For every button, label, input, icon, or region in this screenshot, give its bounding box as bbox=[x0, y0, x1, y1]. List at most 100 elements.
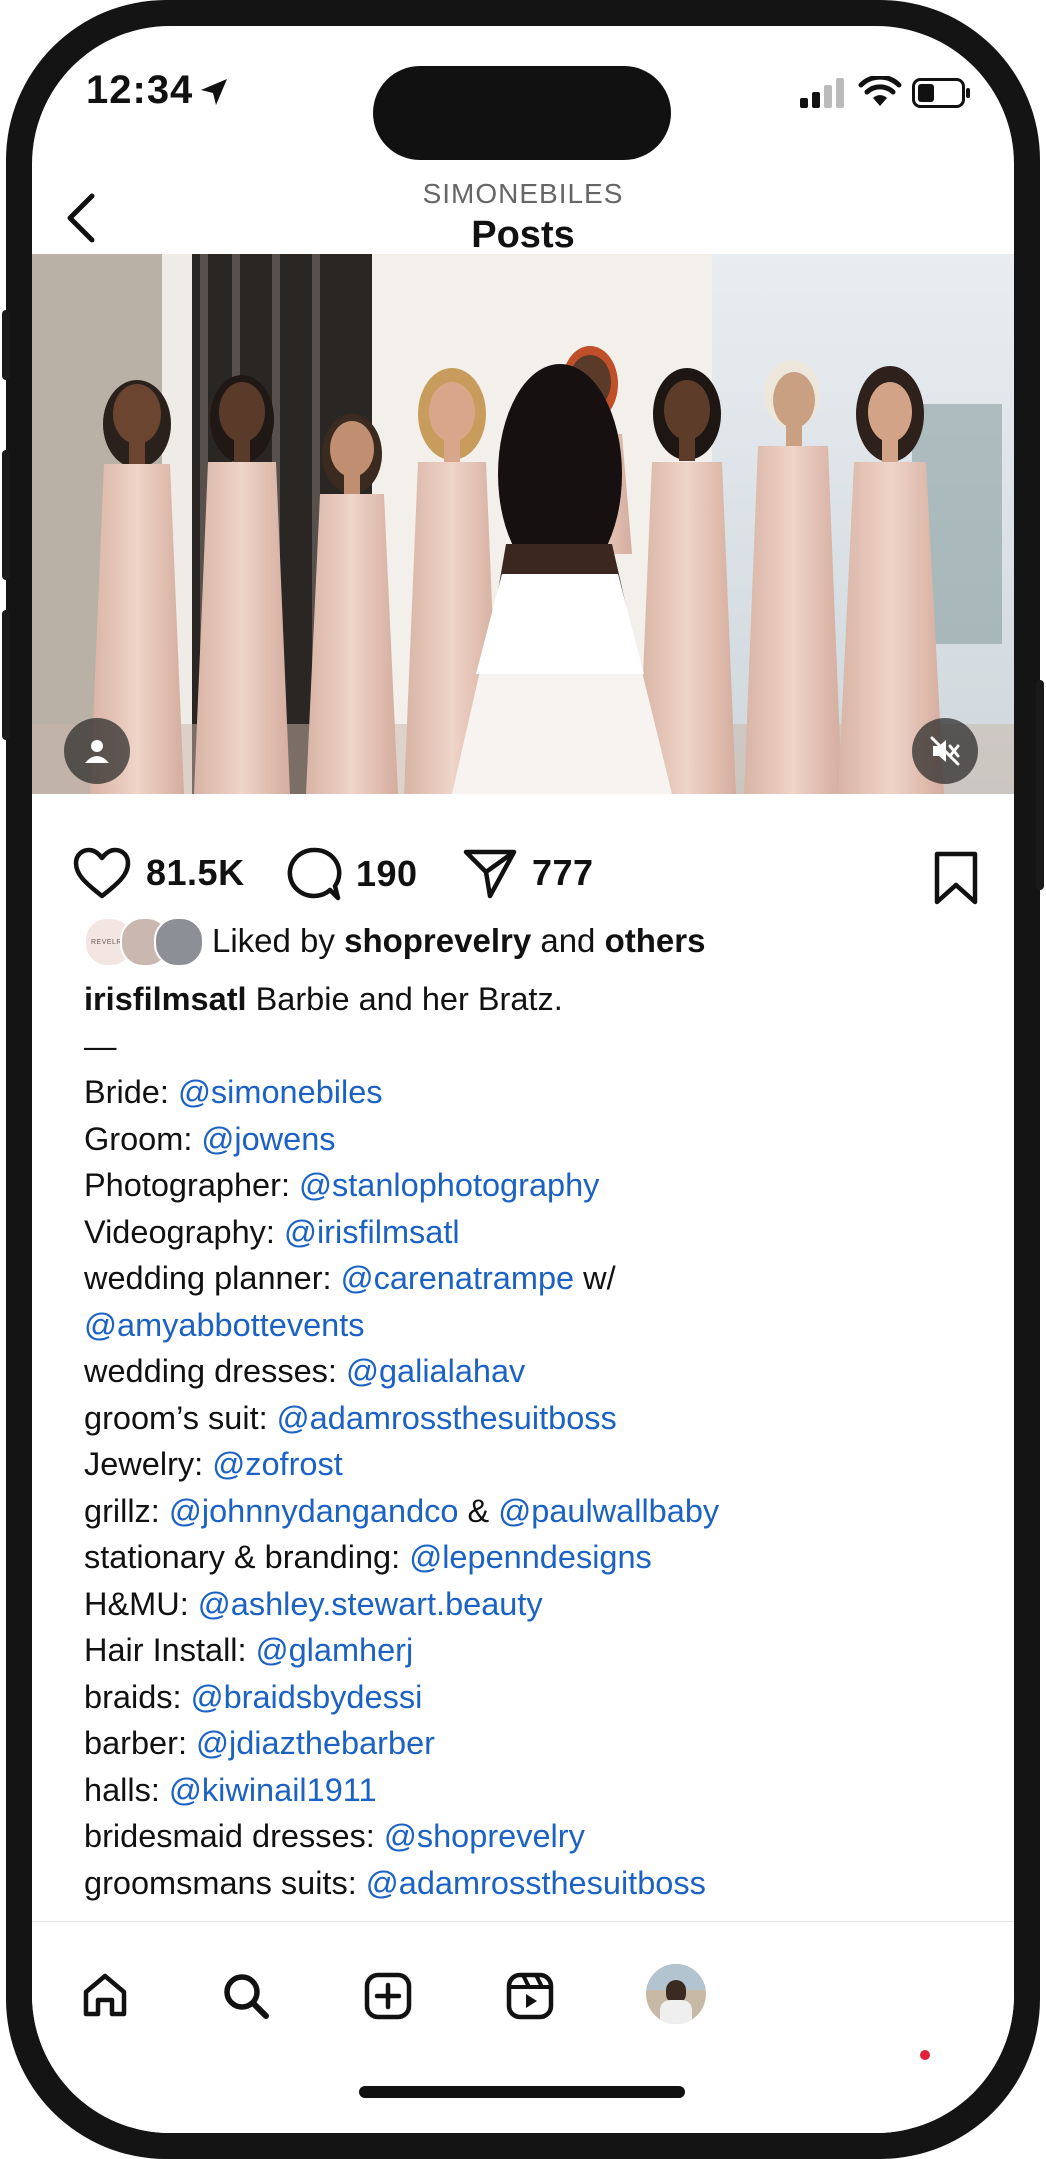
credit-label: Groom: bbox=[84, 1120, 202, 1157]
comment-action[interactable]: 190 bbox=[286, 846, 418, 902]
credit-line: groomsmans suits: @adamrossthesuitboss bbox=[84, 1860, 984, 1907]
mention-link[interactable]: @carenatrampe bbox=[341, 1260, 575, 1296]
like-count: 81.5K bbox=[146, 852, 245, 893]
power-button bbox=[1036, 680, 1044, 890]
post-actions: 81.5K 190 777 bbox=[32, 794, 1014, 924]
heart-icon bbox=[73, 847, 131, 899]
credit-line: Photographer: @stanlophotography bbox=[84, 1162, 984, 1209]
speaker-muted-icon bbox=[930, 736, 960, 766]
credit-line: stationary & branding: @lepenndesigns bbox=[84, 1534, 984, 1581]
credit-label: Bride: bbox=[84, 1074, 178, 1110]
credit-line: halls: @kiwinail1911 bbox=[84, 1767, 984, 1814]
mention-link[interactable]: @stanlophotography bbox=[299, 1167, 599, 1203]
mention-link[interactable]: @simonebiles bbox=[178, 1074, 383, 1110]
mention-link[interactable]: @amyabbottevents bbox=[84, 1307, 365, 1343]
credit-line: groom’s suit: @adamrossthesuitboss bbox=[84, 1395, 984, 1442]
mention-link[interactable]: @zofrost bbox=[212, 1446, 343, 1482]
credit-label: bridesmaid dresses: bbox=[84, 1818, 384, 1854]
mention-link[interactable]: @johnnydangandco bbox=[169, 1493, 459, 1529]
credit-line: H&MU: @ashley.stewart.beauty bbox=[84, 1581, 984, 1628]
reels-icon[interactable] bbox=[506, 1972, 554, 2020]
search-icon[interactable] bbox=[222, 1972, 270, 2020]
credit-line: @amyabbottevents bbox=[84, 1302, 984, 1349]
liked-by-others[interactable]: others bbox=[605, 922, 706, 960]
share-action[interactable]: 777 bbox=[462, 846, 594, 900]
credit-line: Jewelry: @zofrost bbox=[84, 1441, 984, 1488]
home-indicator bbox=[359, 2086, 685, 2098]
credit-label: groomsmans suits: bbox=[84, 1864, 366, 1901]
credit-line: Groom: @jowens bbox=[84, 1116, 984, 1163]
cellular-signal-icon bbox=[800, 78, 844, 108]
credit-label: Photographer: bbox=[84, 1167, 300, 1203]
mention-link[interactable]: @braidsbydessi bbox=[191, 1679, 423, 1715]
credit-label: Videography: bbox=[84, 1213, 284, 1250]
credit-line: Hair Install: @glamherj bbox=[84, 1627, 984, 1674]
credit-label: Hair Install: bbox=[84, 1632, 256, 1668]
mention-link[interactable]: @paulwallbaby bbox=[498, 1493, 719, 1529]
credit-line: grillz: @johnnydangandco & @paulwallbaby bbox=[84, 1488, 984, 1535]
volume-up-button bbox=[2, 450, 10, 580]
mention-link[interactable]: @adamrossthesuitboss bbox=[277, 1400, 617, 1436]
status-time: 12:34 bbox=[86, 68, 194, 112]
credit-line: wedding planner: @carenatrampe w/ bbox=[84, 1255, 984, 1302]
bottom-tab-bar bbox=[32, 1921, 1014, 2133]
location-arrow-icon bbox=[201, 79, 227, 105]
share-count: 777 bbox=[532, 852, 594, 893]
status-bar: 12:34 bbox=[32, 26, 1014, 160]
credit-line: Bride: @simonebiles bbox=[84, 1069, 984, 1116]
caption-dash: — bbox=[84, 1027, 117, 1064]
mention-link[interactable]: @lepenndesigns bbox=[409, 1539, 652, 1575]
credit-label: halls: bbox=[84, 1771, 169, 1808]
mention-link[interactable]: @galialahav bbox=[346, 1353, 525, 1389]
mention-link[interactable]: @irisfilmsatl bbox=[284, 1214, 460, 1250]
page-title: Posts bbox=[471, 214, 575, 256]
comment-bubble-icon bbox=[287, 847, 342, 901]
profile-avatar[interactable] bbox=[646, 1964, 706, 2024]
credit-label: Jewelry: bbox=[84, 1446, 213, 1482]
mention-link[interactable]: @jdiazthebarber bbox=[196, 1725, 435, 1761]
volume-down-button bbox=[2, 610, 10, 740]
phone-frame: 12:34 SIMONEBILES Posts 81.5K 190 777 RE… bbox=[2, 0, 1044, 2159]
credit-label: barber: bbox=[84, 1725, 197, 1761]
avatar bbox=[154, 917, 204, 967]
credit-line: Videography: @irisfilmsatl bbox=[84, 1209, 984, 1256]
tagged-people-button[interactable] bbox=[64, 718, 130, 784]
credit-label: braids: bbox=[84, 1678, 191, 1715]
credit-label: groom’s suit: bbox=[84, 1399, 277, 1436]
mention-link[interactable]: @kiwinail1911 bbox=[169, 1772, 377, 1808]
credit-label: stationary & branding: bbox=[84, 1539, 410, 1575]
liked-by-avatars: REVELRY bbox=[84, 917, 204, 967]
bookmark-icon[interactable] bbox=[932, 850, 980, 906]
credit-list: Bride: @simonebiles Groom: @jowens Photogr… bbox=[84, 1069, 984, 1906]
avatar-body bbox=[660, 2000, 692, 2024]
credit-line: wedding dresses: @galialahav bbox=[84, 1348, 984, 1395]
mute-button[interactable] bbox=[912, 718, 978, 784]
screen: 12:34 SIMONEBILES Posts 81.5K 190 777 RE… bbox=[32, 26, 1014, 2133]
wifi-icon bbox=[858, 76, 902, 106]
post-caption: irisfilmsatl Barbie and her Bratz. — Bri… bbox=[84, 976, 984, 1906]
credit-line: braids: @braidsbydessi bbox=[84, 1674, 984, 1721]
notification-dot bbox=[920, 2050, 930, 2060]
mention-link[interactable]: @shoprevelry bbox=[384, 1818, 585, 1854]
post-video[interactable] bbox=[32, 254, 1014, 794]
credit-suffix: w/ bbox=[574, 1260, 616, 1296]
paper-plane-icon bbox=[463, 849, 517, 899]
liked-by-mid: and bbox=[531, 922, 605, 959]
credit-label: wedding planner: bbox=[84, 1260, 341, 1296]
credit-joiner: & bbox=[458, 1492, 499, 1529]
home-icon[interactable] bbox=[82, 1972, 128, 2018]
mention-link[interactable]: @ashley.stewart.beauty bbox=[198, 1586, 543, 1622]
credit-label: wedding dresses: bbox=[84, 1353, 346, 1389]
credit-label: grillz: bbox=[84, 1492, 169, 1529]
new-post-icon[interactable] bbox=[364, 1972, 412, 2020]
account-username: SIMONEBILES bbox=[422, 178, 624, 209]
liked-by-user[interactable]: shoprevelry bbox=[344, 922, 531, 960]
caption-author[interactable]: irisfilmsatl bbox=[84, 981, 247, 1017]
like-action[interactable]: 81.5K bbox=[72, 846, 245, 900]
mention-link[interactable]: @glamherj bbox=[256, 1632, 414, 1668]
mention-link[interactable]: @adamrossthesuitboss bbox=[366, 1865, 706, 1901]
liked-by-row[interactable]: REVELRY Liked by shoprevelry and others bbox=[84, 916, 706, 967]
mention-link[interactable]: @jowens bbox=[201, 1121, 335, 1157]
liked-by-prefix: Liked by bbox=[212, 922, 345, 959]
battery-icon bbox=[912, 78, 970, 108]
